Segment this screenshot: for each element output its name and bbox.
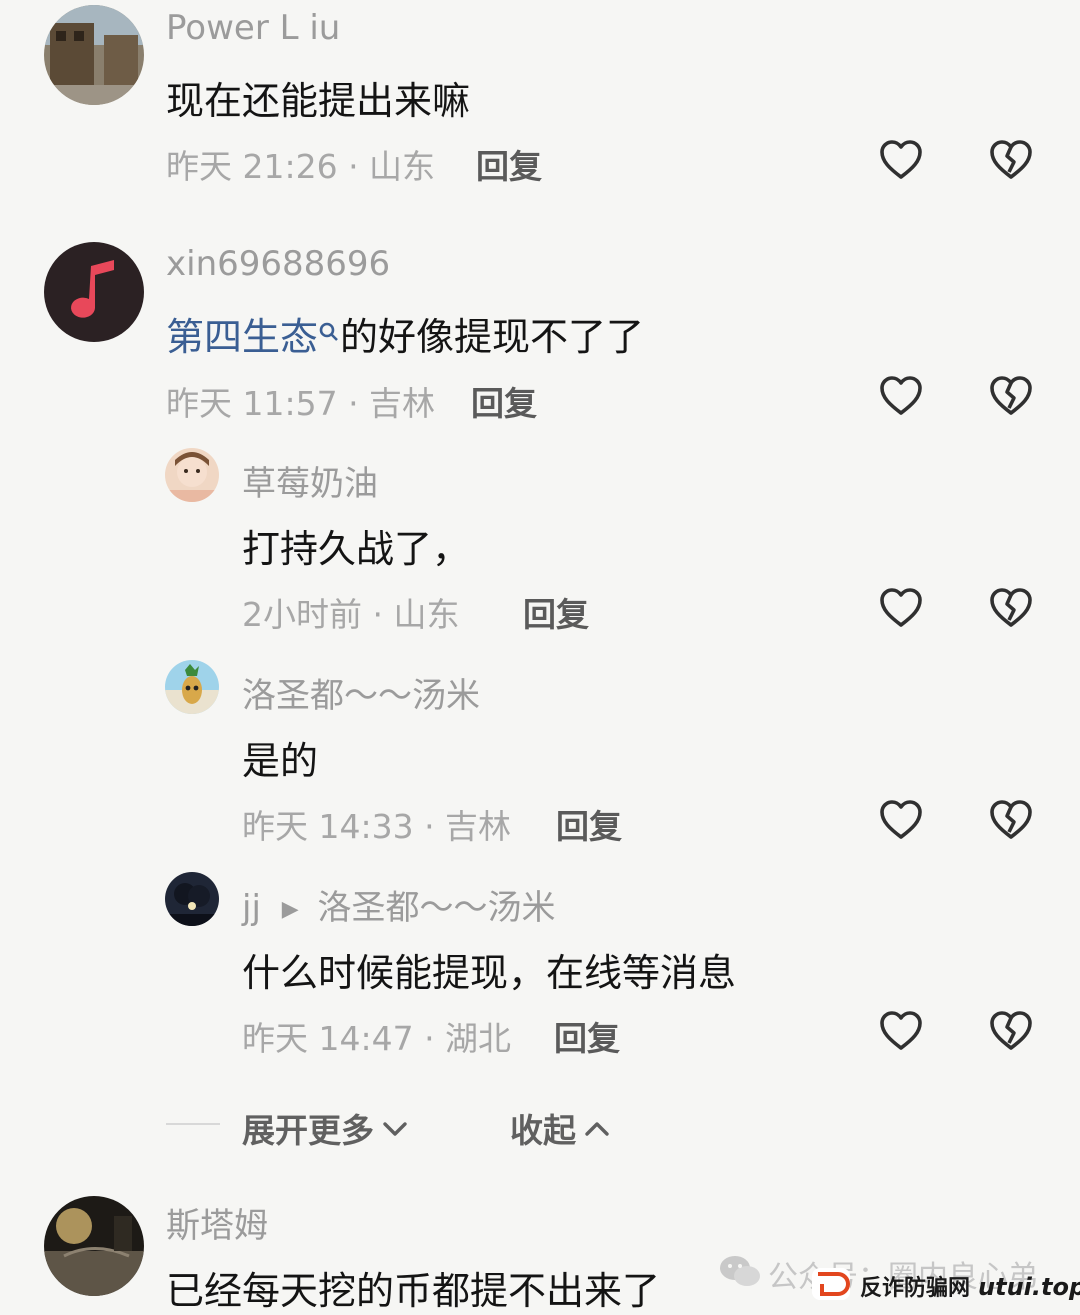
topic-link[interactable]: 第四生态 (166, 315, 318, 359)
avatar[interactable] (165, 660, 219, 714)
site-watermark: 反诈防骗网 utui.top (860, 1270, 1080, 1302)
reply-meta: 昨天 14:47 · 湖北 (242, 1019, 512, 1058)
reply-username: jj ▶ 洛圣都～～汤米 (242, 880, 555, 929)
comment-username[interactable]: xin69688696 (166, 244, 390, 284)
site-name: 反诈防骗网 (860, 1276, 971, 1301)
comment-text: 现在还能提出来嘛 (166, 79, 471, 123)
broken-heart-icon[interactable] (987, 796, 1035, 844)
reply-button[interactable]: 回复 (476, 140, 542, 188)
comment-username[interactable]: 斯塔姆 (166, 1198, 268, 1247)
comment-text-body: 的好像提现不了了 (340, 315, 645, 359)
broken-heart-icon[interactable] (987, 584, 1035, 632)
collapse-button[interactable]: 收起 (510, 1104, 612, 1152)
chevron-up-icon (582, 1113, 612, 1143)
reply-text: 是的 (242, 739, 319, 783)
search-icon[interactable] (318, 308, 340, 341)
reply-username[interactable]: 草莓奶油 (242, 456, 378, 505)
reply-button[interactable]: 回复 (556, 800, 622, 848)
comment-meta: 昨天 21:26 · 山东 (166, 147, 436, 186)
comment-meta: 昨天 11:57 · 吉林 (166, 384, 436, 423)
reply-username-jj[interactable]: jj (242, 888, 261, 928)
avatar[interactable] (44, 1196, 144, 1296)
avatar[interactable] (165, 448, 219, 502)
broken-heart-icon[interactable] (987, 136, 1035, 184)
reply-text: 打持久战了， (242, 527, 471, 571)
heart-outline-icon[interactable] (877, 372, 925, 420)
comment-text: 第四生态 的好像提现不了了 (166, 306, 644, 361)
reply-meta: 2小时前 · 山东 (242, 595, 460, 634)
broken-heart-icon[interactable] (987, 1007, 1035, 1055)
comment-username[interactable]: Power L iu (166, 8, 340, 48)
heart-outline-icon[interactable] (877, 584, 925, 632)
avatar[interactable] (165, 872, 219, 926)
reply-username[interactable]: 洛圣都～～汤米 (242, 668, 480, 717)
reply-button[interactable]: 回复 (523, 588, 589, 636)
site-url: utui.top (978, 1273, 1080, 1301)
collapse-label: 收起 (510, 1111, 576, 1150)
chevron-down-icon (380, 1113, 410, 1143)
expand-more-button[interactable]: 展开更多 (242, 1104, 410, 1152)
avatar[interactable] (44, 5, 144, 105)
avatar[interactable] (44, 242, 144, 342)
comment-text: 已经每天挖的币都提不出来了 (166, 1269, 661, 1313)
reply-meta: 昨天 14:33 · 吉林 (242, 807, 512, 846)
reply-to-username[interactable]: 洛圣都～～汤米 (317, 888, 555, 928)
expand-more-label: 展开更多 (242, 1111, 374, 1150)
reply-text: 什么时候能提现，在线等消息 (242, 951, 737, 995)
wechat-icon (718, 1252, 762, 1292)
reply-arrow-icon: ▶ (281, 897, 299, 922)
heart-outline-icon[interactable] (877, 1007, 925, 1055)
heart-outline-icon[interactable] (877, 136, 925, 184)
heart-outline-icon[interactable] (877, 796, 925, 844)
reply-button[interactable]: 回复 (554, 1012, 620, 1060)
reply-button[interactable]: 回复 (471, 377, 537, 425)
broken-heart-icon[interactable] (987, 372, 1035, 420)
thread-divider (166, 1123, 220, 1125)
brand-logo-icon (808, 1264, 854, 1304)
